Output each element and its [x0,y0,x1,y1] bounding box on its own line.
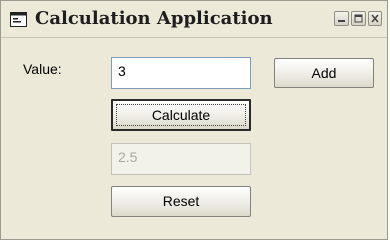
value-label: Value: [23,61,62,77]
result-field: 2.5 [111,143,251,175]
application-window-icon[interactable] [10,12,27,27]
reset-button-label: Reset [162,193,200,209]
reset-button[interactable]: Reset [111,186,251,217]
minimize-button[interactable] [334,11,349,26]
calculate-button-label: Calculate [151,107,211,123]
calculate-button[interactable]: Calculate [111,99,251,131]
close-icon [371,14,379,23]
value-input[interactable]: 3 [111,57,251,89]
application-window: Calculation Application Value: 3 Add Cal… [0,0,388,240]
maximize-button[interactable] [351,11,366,26]
add-button-label: Add [311,65,337,81]
title-bar[interactable]: Calculation Application [1,1,387,38]
minimize-icon [338,20,345,22]
maximize-icon [354,14,363,23]
window-title: Calculation Application [35,8,273,29]
close-button[interactable] [368,11,382,26]
add-button[interactable]: Add [274,58,374,88]
